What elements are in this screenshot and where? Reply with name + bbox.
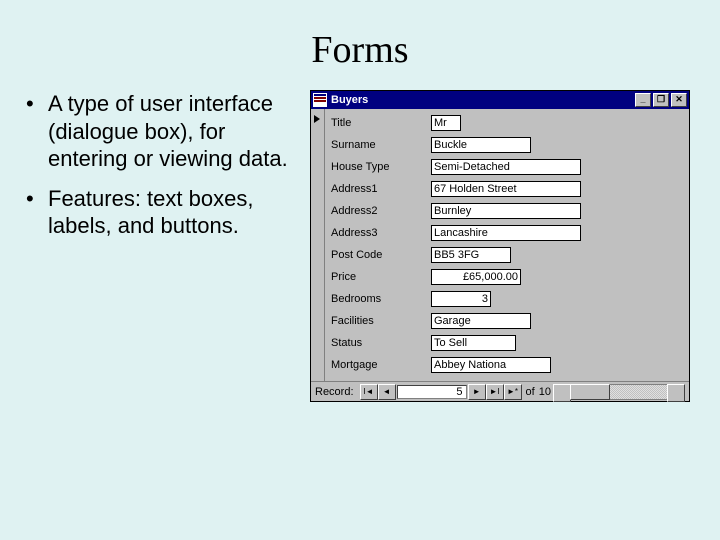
field-input[interactable]: Mr [431,115,461,131]
field-input[interactable]: 67 Holden Street [431,181,581,197]
form-row: StatusTo Sell [331,335,683,351]
record-label: Record: [315,386,354,398]
horizontal-scrollbar[interactable] [553,384,685,400]
window-title: Buyers [331,94,635,106]
form-row: Price£65,000.00 [331,269,683,285]
field-label: House Type [331,161,431,173]
record-navigation-bar: Record: I◄ ◄ 5 ► ►I ►* of 10 [311,381,689,401]
bullet-item: Features: text boxes, labels, and button… [42,185,310,240]
form-body: TitleMrSurnameBuckleHouse TypeSemi-Detac… [311,109,689,381]
field-label: Address2 [331,205,431,217]
field-label: Facilities [331,315,431,327]
of-label: of [526,386,535,398]
next-record-button[interactable]: ► [468,384,486,400]
scrollbar-thumb[interactable] [570,384,610,400]
prev-record-button[interactable]: ◄ [378,384,396,400]
fields-area: TitleMrSurnameBuckleHouse TypeSemi-Detac… [325,109,689,381]
field-input[interactable]: Semi-Detached [431,159,581,175]
restore-button[interactable]: ❐ [653,93,669,107]
field-label: Price [331,271,431,283]
current-record-arrow-icon [314,115,320,123]
field-input[interactable]: Burnley [431,203,581,219]
form-icon [313,93,327,107]
form-row: Address2Burnley [331,203,683,219]
field-label: Bedrooms [331,293,431,305]
form-row: TitleMr [331,115,683,131]
field-input[interactable]: Buckle [431,137,531,153]
buyers-form-window: Buyers _ ❐ ✕ TitleMrSurnameBuckleHouse T… [310,90,690,402]
field-input[interactable]: £65,000.00 [431,269,521,285]
field-label: Surname [331,139,431,151]
field-input[interactable]: Abbey Nationa [431,357,551,373]
field-input[interactable]: Garage [431,313,531,329]
form-row: Post CodeBB5 3FG [331,247,683,263]
slide-title: Forms [0,0,720,82]
field-label: Address1 [331,183,431,195]
last-record-button[interactable]: ►I [486,384,504,400]
field-label: Post Code [331,249,431,261]
field-input[interactable]: To Sell [431,335,516,351]
record-selector[interactable] [311,109,325,381]
field-input[interactable]: BB5 3FG [431,247,511,263]
field-label: Status [331,337,431,349]
titlebar[interactable]: Buyers _ ❐ ✕ [311,91,689,109]
form-row: SurnameBuckle [331,137,683,153]
bullet-item: A type of user interface (dialogue box),… [42,90,310,173]
content-row: A type of user interface (dialogue box),… [0,82,720,402]
first-record-button[interactable]: I◄ [360,384,378,400]
close-button[interactable]: ✕ [671,93,687,107]
field-input[interactable]: Lancashire [431,225,581,241]
bullet-list: A type of user interface (dialogue box),… [20,90,310,402]
form-row: House TypeSemi-Detached [331,159,683,175]
form-row: MortgageAbbey Nationa [331,357,683,373]
form-row: FacilitiesGarage [331,313,683,329]
field-label: Title [331,117,431,129]
minimize-button[interactable]: _ [635,93,651,107]
field-input[interactable]: 3 [431,291,491,307]
form-row: Address167 Holden Street [331,181,683,197]
field-label: Address3 [331,227,431,239]
form-row: Address3Lancashire [331,225,683,241]
form-row: Bedrooms3 [331,291,683,307]
total-records: 10 [539,386,551,398]
field-label: Mortgage [331,359,431,371]
record-number-field[interactable]: 5 [397,385,467,399]
new-record-button[interactable]: ►* [504,384,522,400]
